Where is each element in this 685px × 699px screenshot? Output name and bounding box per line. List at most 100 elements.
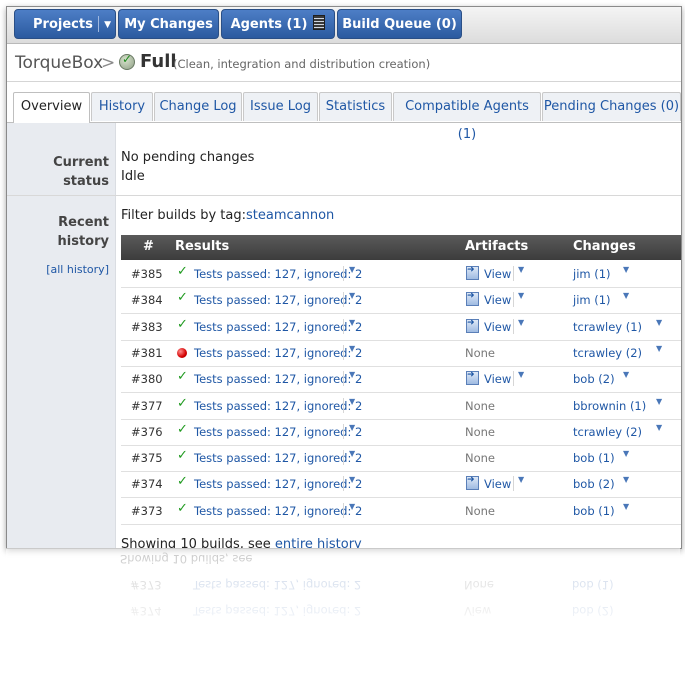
artifacts-divider (513, 476, 514, 491)
chevron-down-icon[interactable]: ▼ (349, 370, 355, 379)
build-number-link[interactable]: #380 (131, 372, 163, 386)
all-history-link[interactable]: [all history] (46, 263, 109, 276)
tab-change-log[interactable]: Change Log (154, 92, 242, 121)
view-artifacts-link[interactable]: View (484, 320, 511, 334)
results-divider (343, 266, 344, 281)
chevron-down-icon[interactable]: ▼ (349, 318, 355, 327)
page-title: Full (140, 51, 177, 72)
build-queue-button[interactable]: Build Queue (0) (337, 9, 462, 39)
build-result-link[interactable]: Tests passed: 127, ignored: 2 (194, 504, 362, 518)
changes-link[interactable]: tcrawley (2) (573, 346, 642, 360)
build-number-link[interactable]: #375 (131, 451, 163, 465)
view-artifacts-link[interactable]: View (484, 372, 511, 386)
view-artifacts-link[interactable]: View (484, 267, 511, 281)
project-link[interactable]: TorqueBox (15, 53, 103, 73)
chevron-down-icon[interactable]: ▼ (518, 318, 524, 327)
chevron-down-icon[interactable]: ▼ (349, 502, 355, 511)
view-artifact-icon[interactable] (466, 475, 479, 490)
teamcity-window: Projects ▼ My Changes Agents (1) Build Q… (6, 6, 682, 549)
view-artifacts-link[interactable]: View (484, 293, 511, 307)
build-number-link[interactable]: #384 (131, 293, 163, 307)
build-result-link[interactable]: Tests passed: 127, ignored: 2 (194, 477, 362, 491)
tab-history-label: History (98, 99, 146, 114)
build-number-link[interactable]: #385 (131, 267, 163, 281)
changes-link[interactable]: jim (1) (573, 293, 611, 307)
chevron-down-icon[interactable]: ▼ (623, 475, 629, 484)
build-number-link[interactable]: #373 (131, 504, 163, 518)
changes-link[interactable]: bbrownin (1) (573, 399, 646, 413)
chevron-down-icon[interactable]: ▼ (349, 423, 355, 432)
recent-history-heading: Recent history (58, 213, 109, 251)
tab-history[interactable]: History (91, 92, 153, 121)
view-artifact-icon[interactable] (466, 318, 479, 333)
changes-link[interactable]: tcrawley (2) (573, 425, 642, 439)
check-icon: ✓ (177, 264, 188, 279)
chevron-down-icon[interactable]: ▼ (656, 318, 662, 327)
chevron-down-icon[interactable]: ▼ (623, 291, 629, 300)
projects-button[interactable]: Projects ▼ (14, 9, 116, 39)
view-artifact-icon[interactable] (466, 265, 479, 280)
agents-button[interactable]: Agents (1) (221, 9, 335, 39)
chevron-down-icon[interactable]: ▼ (518, 265, 524, 274)
build-number-link[interactable]: #383 (131, 320, 163, 334)
tab-overview[interactable]: Overview (13, 92, 90, 123)
build-result-link[interactable]: Tests passed: 127, ignored: 2 (194, 320, 362, 334)
changes-link[interactable]: bob (2) (573, 477, 615, 491)
column-header-artifacts: Artifacts (465, 239, 529, 254)
chevron-down-icon[interactable]: ▼ (349, 344, 355, 353)
chevron-down-icon[interactable]: ▼ (623, 370, 629, 379)
artifacts-none: None (465, 346, 496, 360)
build-result-link[interactable]: Tests passed: 127, ignored: 2 (194, 399, 362, 413)
chevron-down-icon[interactable]: ▼ (623, 265, 629, 274)
check-icon: ✓ (177, 396, 188, 411)
recent-history-heading-line1: Recent (58, 215, 109, 230)
changes-link[interactable]: bob (1) (573, 504, 615, 518)
artifacts-none: None (465, 399, 496, 413)
build-result-link[interactable]: Tests passed: 127, ignored: 2 (194, 346, 362, 360)
chevron-down-icon[interactable]: ▼ (104, 10, 111, 40)
tab-compatible-agents[interactable]: Compatible Agents (1) (393, 92, 541, 142)
results-divider (343, 476, 344, 491)
chevron-down-icon[interactable]: ▼ (349, 397, 355, 406)
tab-overview-label: Overview (20, 99, 83, 114)
results-divider (343, 424, 344, 439)
view-artifacts-link[interactable]: View (484, 477, 511, 491)
table-row: #377 ✓ Tests passed: 127, ignored: 2 ▼ None b… (121, 393, 681, 420)
changes-link[interactable]: bob (2) (573, 372, 615, 386)
tab-issue-log[interactable]: Issue Log (243, 92, 318, 121)
my-changes-button[interactable]: My Changes (118, 9, 219, 39)
changes-link[interactable]: tcrawley (1) (573, 320, 642, 334)
build-result-link[interactable]: Tests passed: 127, ignored: 2 (194, 451, 362, 465)
chevron-down-icon[interactable]: ▼ (349, 265, 355, 274)
chevron-down-icon[interactable]: ▼ (656, 344, 662, 353)
check-icon: ✓ (177, 474, 188, 489)
table-row: #375 ✓ Tests passed: 127, ignored: 2 ▼ None b… (121, 445, 681, 472)
build-number-link[interactable]: #377 (131, 399, 163, 413)
build-result-link[interactable]: Tests passed: 127, ignored: 2 (194, 293, 362, 307)
chevron-down-icon[interactable]: ▼ (349, 291, 355, 300)
check-icon: ✓ (177, 369, 188, 384)
tab-pending-changes[interactable]: Pending Changes (0) (542, 92, 681, 121)
chevron-down-icon[interactable]: ▼ (518, 291, 524, 300)
view-artifact-icon[interactable] (466, 291, 479, 306)
chevron-down-icon[interactable]: ▼ (656, 397, 662, 406)
chevron-down-icon[interactable]: ▼ (623, 449, 629, 458)
build-result-link[interactable]: Tests passed: 127, ignored: 2 (194, 425, 362, 439)
chevron-down-icon[interactable]: ▼ (349, 475, 355, 484)
build-number-link[interactable]: #376 (131, 425, 163, 439)
filter-tag-link[interactable]: steamcannon (246, 208, 334, 223)
reflection-fade (6, 548, 680, 668)
chevron-down-icon[interactable]: ▼ (623, 502, 629, 511)
build-result-link[interactable]: Tests passed: 127, ignored: 2 (194, 372, 362, 386)
tab-statistics[interactable]: Statistics (319, 92, 392, 121)
chevron-down-icon[interactable]: ▼ (656, 423, 662, 432)
chevron-down-icon[interactable]: ▼ (518, 475, 524, 484)
changes-link[interactable]: bob (1) (573, 451, 615, 465)
build-number-link[interactable]: #374 (131, 477, 163, 491)
chevron-down-icon[interactable]: ▼ (349, 449, 355, 458)
build-number-link[interactable]: #381 (131, 346, 163, 360)
build-result-link[interactable]: Tests passed: 127, ignored: 2 (194, 267, 362, 281)
changes-link[interactable]: jim (1) (573, 267, 611, 281)
chevron-down-icon[interactable]: ▼ (518, 370, 524, 379)
view-artifact-icon[interactable] (466, 370, 479, 385)
